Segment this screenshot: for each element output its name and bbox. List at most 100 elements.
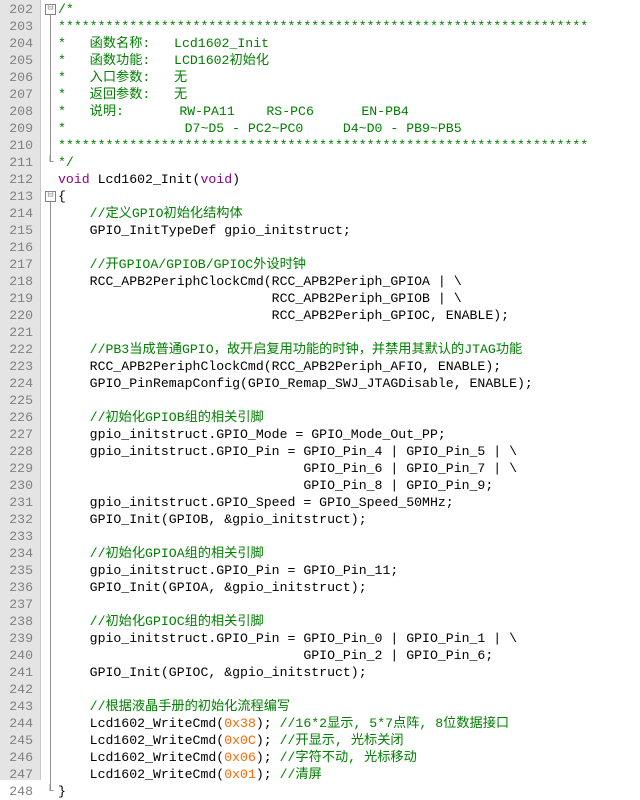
code-token: ); (255, 750, 280, 765)
comment-token: //PB3当成普通GPIO，故开启复用功能的时钟，并禁用其默认的JTAG功能 (58, 342, 523, 357)
code-text: GPIO_InitTypeDef gpio_initstruct; (58, 222, 351, 239)
line-number: 214 (9, 206, 33, 221)
line-number: 222 (9, 342, 33, 357)
code-line[interactable]: 241 GPIO_Init(GPIOC, &gpio_initstruct); (0, 664, 640, 681)
code-text: GPIO_Init(GPIOB, &gpio_initstruct); (58, 511, 367, 528)
code-text: * 入口参数: 无 (58, 69, 187, 86)
code-line[interactable]: 208 * 说明: RW-PA11 RS-PC6 EN-PB4 (0, 103, 640, 120)
code-editor[interactable]: 202 ⊟/* 203 *******************************… (0, 0, 640, 799)
code-line[interactable]: 231 gpio_initstruct.GPIO_Speed = GPIO_Sp… (0, 494, 640, 511)
code-text: gpio_initstruct.GPIO_Pin = GPIO_Pin_4 | … (58, 443, 517, 460)
code-token: { (58, 189, 66, 204)
code-text: { (58, 188, 66, 205)
code-line[interactable]: 228 gpio_initstruct.GPIO_Pin = GPIO_Pin_… (0, 443, 640, 460)
code-line[interactable]: 247 Lcd1602_WriteCmd(0x01); //清屏 (0, 766, 640, 783)
code-token: GPIO_Pin_6 | GPIO_Pin_7 | \ (58, 461, 517, 476)
line-number: 219 (9, 291, 33, 306)
comment-token: //初始化GPIOC组的相关引脚 (58, 614, 264, 629)
code-token: Lcd1602_Init( (89, 172, 201, 187)
fold-collapse-icon[interactable]: ⊟ (45, 191, 56, 202)
code-text: RCC_APB2PeriphClockCmd(RCC_APB2Periph_AF… (58, 358, 502, 375)
code-token: RCC_APB2Periph_GPIOC, ENABLE); (58, 308, 510, 323)
code-text: Lcd1602_WriteCmd(0x06); //字符不动, 光标移动 (58, 749, 417, 766)
code-token: ); (255, 733, 280, 748)
line-number: 215 (9, 223, 33, 238)
code-line[interactable]: 248 └} (0, 783, 640, 800)
code-text: Lcd1602_WriteCmd(0x38); //16*2显示, 5*7点阵,… (58, 715, 509, 732)
code-line[interactable]: 239 gpio_initstruct.GPIO_Pin = GPIO_Pin_… (0, 630, 640, 647)
line-number: 232 (9, 512, 33, 527)
code-line[interactable]: 235 gpio_initstruct.GPIO_Pin = GPIO_Pin_… (0, 562, 640, 579)
code-line[interactable]: 230 GPIO_Pin_8 | GPIO_Pin_9; (0, 477, 640, 494)
code-text: gpio_initstruct.GPIO_Pin = GPIO_Pin_0 | … (58, 630, 517, 647)
code-line[interactable]: 229 GPIO_Pin_6 | GPIO_Pin_7 | \ (0, 460, 640, 477)
line-number: 241 (9, 665, 33, 680)
code-line[interactable]: 240 GPIO_Pin_2 | GPIO_Pin_6; (0, 647, 640, 664)
code-line[interactable]: 214 //定义GPIO初始化结构体 (0, 205, 640, 222)
code-line[interactable]: 224 GPIO_PinRemapConfig(GPIO_Remap_SWJ_J… (0, 375, 640, 392)
code-line[interactable]: 243 //根据液晶手册的初始化流程编写 (0, 698, 640, 715)
code-line[interactable]: 219 RCC_APB2Periph_GPIOB | \ (0, 290, 640, 307)
code-text: Lcd1602_WriteCmd(0x0C); //开显示, 光标关闭 (58, 732, 404, 749)
code-line[interactable]: 220 RCC_APB2Periph_GPIOC, ENABLE); (0, 307, 640, 324)
line-number: 204 (9, 36, 33, 51)
code-text: GPIO_Pin_8 | GPIO_Pin_9; (58, 477, 493, 494)
comment-token: //初始化GPIOB组的相关引脚 (58, 410, 264, 425)
code-line[interactable]: 204 * 函数名称: Lcd1602_Init (0, 35, 640, 52)
code-line[interactable]: 225 (0, 392, 640, 409)
line-number: 233 (9, 529, 33, 544)
line-number: 205 (9, 53, 33, 68)
line-number: 226 (9, 410, 33, 425)
code-line[interactable]: 218 RCC_APB2PeriphClockCmd(RCC_APB2Perip… (0, 273, 640, 290)
code-line[interactable]: 212 void Lcd1602_Init(void) (0, 171, 640, 188)
code-text: GPIO_Pin_2 | GPIO_Pin_6; (58, 647, 493, 664)
code-token: } (58, 784, 66, 799)
code-line[interactable]: 234 //初始化GPIOA组的相关引脚 (0, 545, 640, 562)
code-line[interactable]: 237 (0, 596, 640, 613)
code-line[interactable]: 206 * 入口参数: 无 (0, 69, 640, 86)
code-line[interactable]: 207 * 返回参数: 无 (0, 86, 640, 103)
comment-token: //初始化GPIOA组的相关引脚 (58, 546, 264, 561)
code-line[interactable]: 246 Lcd1602_WriteCmd(0x06); //字符不动, 光标移动 (0, 749, 640, 766)
code-line[interactable]: 217 //开GPIOA/GPIOB/GPIOC外设时钟 (0, 256, 640, 273)
code-text: //初始化GPIOA组的相关引脚 (58, 545, 264, 562)
code-line[interactable]: 222 //PB3当成普通GPIO，故开启复用功能的时钟，并禁用其默认的JTAG… (0, 341, 640, 358)
code-text: * D7~D5 - PC2~PC0 D4~D0 - PB9~PB5 (58, 120, 462, 137)
code-line[interactable]: 209 * D7~D5 - PC2~PC0 D4~D0 - PB9~PB5 (0, 120, 640, 137)
code-line[interactable]: 210 *************************************… (0, 137, 640, 154)
code-line[interactable]: 223 RCC_APB2PeriphClockCmd(RCC_APB2Perip… (0, 358, 640, 375)
comment-token: //根据液晶手册的初始化流程编写 (58, 699, 291, 714)
line-number: 228 (9, 444, 33, 459)
line-number: 243 (9, 699, 33, 714)
code-line[interactable]: 245 Lcd1602_WriteCmd(0x0C); //开显示, 光标关闭 (0, 732, 640, 749)
code-text: * 说明: RW-PA11 RS-PC6 EN-PB4 (58, 103, 409, 120)
comment-token: //开GPIOA/GPIOB/GPIOC外设时钟 (58, 257, 306, 272)
code-line[interactable]: 216 (0, 239, 640, 256)
comment-token: * D7~D5 - PC2~PC0 D4~D0 - PB9~PB5 (58, 121, 462, 136)
code-line[interactable]: 233 (0, 528, 640, 545)
code-text: Lcd1602_WriteCmd(0x01); //清屏 (58, 766, 322, 783)
fold-collapse-icon[interactable]: ⊟ (45, 4, 56, 15)
code-line[interactable]: 232 GPIO_Init(GPIOB, &gpio_initstruct); (0, 511, 640, 528)
comment-token: * 函数名称: Lcd1602_Init (58, 36, 270, 51)
code-token: GPIO_Init(GPIOA, &gpio_initstruct); (58, 580, 367, 595)
code-line[interactable]: 238 //初始化GPIOC组的相关引脚 (0, 613, 640, 630)
code-token: gpio_initstruct.GPIO_Pin = GPIO_Pin_11; (58, 563, 399, 578)
code-line[interactable]: 226 //初始化GPIOB组的相关引脚 (0, 409, 640, 426)
line-number: 246 (9, 750, 33, 765)
code-line[interactable]: 242 (0, 681, 640, 698)
code-line[interactable]: 227 gpio_initstruct.GPIO_Mode = GPIO_Mod… (0, 426, 640, 443)
code-line[interactable]: 202 ⊟/* (0, 1, 640, 18)
keyword-token: void (200, 172, 233, 187)
number-token: 0x38 (224, 716, 256, 731)
code-line[interactable]: 205 * 函数功能: LCD1602初始化 (0, 52, 640, 69)
code-line[interactable]: 236 GPIO_Init(GPIOA, &gpio_initstruct); (0, 579, 640, 596)
code-text: RCC_APB2Periph_GPIOB | \ (58, 290, 462, 307)
line-number: 227 (9, 427, 33, 442)
code-line[interactable]: 213 ⊟{ (0, 188, 640, 205)
code-line[interactable]: 203 *************************************… (0, 18, 640, 35)
code-line[interactable]: 211 └ */ (0, 154, 640, 171)
code-line[interactable]: 215 GPIO_InitTypeDef gpio_initstruct; (0, 222, 640, 239)
code-line[interactable]: 221 (0, 324, 640, 341)
code-line[interactable]: 244 Lcd1602_WriteCmd(0x38); //16*2显示, 5*… (0, 715, 640, 732)
